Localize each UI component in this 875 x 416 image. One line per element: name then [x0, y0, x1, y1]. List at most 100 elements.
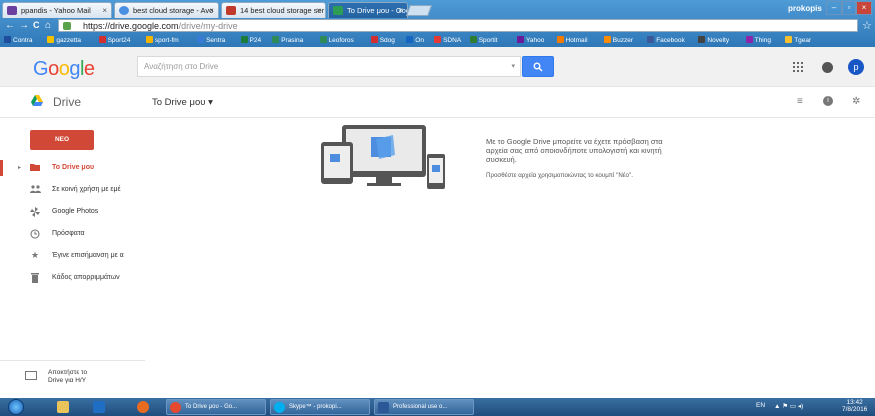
browser-tab-cloud[interactable]: 14 best cloud storage ser × [221, 2, 326, 18]
taskbar-pin-firefox[interactable] [130, 399, 156, 415]
browser-tab-drive[interactable]: To Drive μου - Google Dr × [328, 2, 408, 18]
bookmark-label: sport-fm [154, 37, 179, 44]
taskbar-item-chrome[interactable]: To Drive μου - Go... [166, 399, 266, 415]
search-options-icon[interactable]: ▾ [511, 57, 515, 76]
profile-name[interactable]: prokopis [788, 4, 822, 13]
bookmark-favicon-icon [406, 36, 414, 43]
bookmark-favicon-icon [647, 36, 655, 43]
sidebar-item-shared[interactable]: Σε κοινή χρήση με εμέ [0, 180, 145, 200]
sidebar-item-label: Έγινε επισήμανση με α [52, 252, 124, 259]
expand-caret-icon[interactable]: ▸ [18, 164, 21, 171]
new-button[interactable]: ΝΕΟ [30, 130, 94, 150]
url-host: https://drive.google.com [83, 21, 179, 31]
bookmark-item[interactable]: sport-fm [145, 36, 179, 44]
get-drive-for-pc[interactable]: Αποκτήστε το Drive για Η/Υ [0, 360, 145, 392]
breadcrumb[interactable]: To Drive μου ▾ [152, 97, 213, 108]
bookmark-label: Tgear [794, 37, 812, 44]
tab-label: 14 best cloud storage ser [240, 6, 325, 15]
bookmark-star-icon[interactable]: ☆ [862, 19, 872, 32]
reload-button[interactable]: C [33, 19, 40, 32]
bookmark-label: Buzzer [612, 37, 634, 44]
browser-tab-yahoo[interactable]: ppandis - Yahoo Mail × [2, 2, 112, 18]
notifications-icon[interactable] [822, 62, 833, 73]
search-button[interactable] [522, 56, 554, 77]
bookmark-item[interactable]: Hotmail [556, 36, 588, 44]
url-path: /drive/my-drive [178, 21, 238, 31]
bookmark-favicon-icon [4, 36, 11, 43]
taskbar-item-skype[interactable]: Skype™ - prokopi... [270, 399, 370, 415]
close-window-button[interactable]: × [856, 1, 872, 15]
taskbar-pin-outlook[interactable] [86, 399, 112, 415]
language-indicator[interactable]: EN [756, 402, 765, 409]
search-icon [533, 62, 543, 72]
bookmark-label: Yahoo [526, 37, 545, 44]
avatar[interactable]: p [848, 59, 864, 75]
bookmark-item[interactable]: Contra [4, 36, 33, 44]
logo-letter: e [83, 58, 95, 80]
bookmark-item[interactable]: SDNA [434, 36, 461, 44]
tab-close-icon[interactable]: × [209, 6, 214, 15]
tab-label: best cloud storage - Avo [133, 6, 214, 15]
bookmark-item[interactable]: Tgear [785, 36, 811, 44]
bookmark-label: Thing [754, 37, 771, 44]
apps-grid-icon[interactable] [793, 62, 803, 72]
minimize-button[interactable]: – [826, 1, 842, 15]
bookmark-item[interactable]: Buzzer [603, 36, 634, 44]
start-button[interactable] [8, 399, 24, 415]
bookmark-label: Hotmail [565, 37, 588, 44]
search-placeholder: Αναζήτηση στο Drive [144, 62, 219, 71]
maximize-button[interactable]: ▫ [842, 1, 856, 15]
sidebar-item-my-drive[interactable]: ▸ To Drive μου [0, 158, 145, 178]
taskbar-pin-explorer[interactable] [50, 399, 76, 415]
bookmark-item[interactable]: P24 [240, 36, 261, 44]
bookmark-item[interactable]: Sentra [197, 36, 225, 44]
pinwheel-icon [30, 207, 40, 217]
bookmark-item[interactable]: Facebook [647, 36, 685, 44]
bookmark-item[interactable]: Yahoo [517, 36, 544, 44]
bookmark-label: Leoforos [328, 37, 354, 44]
taskbar-item-word[interactable]: Professional use o... [374, 399, 474, 415]
search-input[interactable]: Αναζήτηση στο Drive ▾ [137, 56, 521, 77]
bookmark-item[interactable]: Prasina [272, 36, 303, 44]
tray-icons[interactable]: ▲ ⚑ ▭ ◂) [774, 402, 803, 410]
sidebar-item-trash[interactable]: Κάδος απορριμμάτων [0, 268, 145, 288]
settings-gear-icon[interactable]: ✲ [852, 96, 863, 107]
sidebar-item-photos[interactable]: Google Photos [0, 202, 145, 222]
firefox-icon [137, 401, 149, 413]
sidebar-item-recent[interactable]: Πρόσφατα [0, 224, 145, 244]
bookmark-item[interactable]: Sdog [370, 36, 395, 44]
bookmark-item[interactable]: Leoforos [319, 36, 354, 44]
tab-label: ppandis - Yahoo Mail [21, 6, 91, 15]
bookmark-item[interactable]: Sportit [469, 36, 497, 44]
list-view-icon[interactable]: ≡ [797, 96, 808, 107]
taskbar-item-label: To Drive μου - Go... [185, 404, 238, 410]
bookmark-label: Sentra [206, 37, 226, 44]
drive-title[interactable]: Drive [53, 95, 81, 109]
google-logo[interactable]: Google [33, 58, 95, 81]
bookmark-item[interactable]: On [406, 36, 424, 44]
logo-letter: G [33, 58, 49, 80]
info-icon[interactable]: i [823, 96, 833, 106]
sidebar-item-starred[interactable]: ★ Έγινε επισήμανση με α [0, 246, 145, 266]
back-button[interactable]: ← [5, 19, 15, 32]
home-button[interactable]: ⌂ [45, 19, 51, 32]
bookmark-item[interactable]: Novelty [698, 36, 729, 44]
new-tab-button[interactable] [405, 5, 433, 16]
bookmark-label: Novelty [707, 37, 730, 44]
bookmark-item[interactable]: Thing [745, 36, 771, 44]
bookmark-favicon-icon [556, 36, 564, 43]
bookmark-favicon-icon [272, 36, 280, 43]
tab-close-icon[interactable]: × [316, 6, 321, 15]
bookmark-item[interactable]: Sport24 [98, 36, 131, 44]
browser-tab-avg[interactable]: best cloud storage - Avo × [114, 2, 219, 18]
bookmark-label: Sport24 [107, 37, 131, 44]
forward-button[interactable]: → [19, 19, 29, 32]
tab-close-icon[interactable]: × [102, 6, 107, 15]
tab-close-icon[interactable]: × [398, 6, 403, 15]
trash-icon [30, 273, 40, 283]
logo-letter: g [69, 58, 80, 80]
clock[interactable]: 13:42 7/8/2016 [842, 399, 867, 413]
drive-logo-icon[interactable] [31, 95, 43, 106]
bookmark-item[interactable]: gazzetta [47, 36, 81, 44]
url-field[interactable]: https://drive.google.com/drive/my-drive [58, 19, 858, 32]
